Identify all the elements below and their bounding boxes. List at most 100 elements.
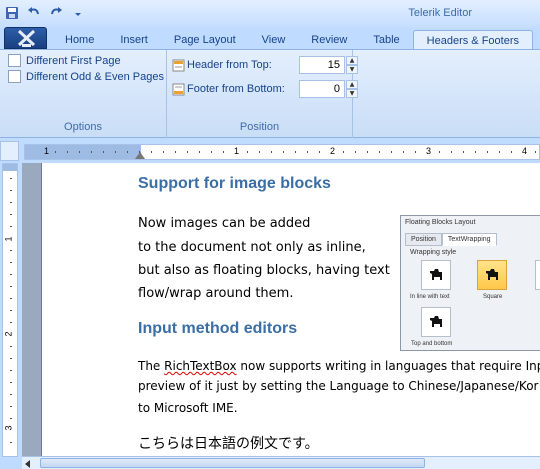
tab-table[interactable]: Table <box>360 30 412 49</box>
ruler-tick <box>403 151 404 153</box>
paragraph-line: to the document not only as inline, <box>138 240 366 255</box>
header-position-icon <box>172 59 185 72</box>
application-button[interactable] <box>4 27 47 49</box>
header-from-top-spinner[interactable]: ▲ ▼ <box>299 56 358 74</box>
ruler-tick <box>451 151 452 153</box>
ruler-tick <box>10 274 12 275</box>
document-area[interactable]: Support for image blocks Now images can … <box>22 163 540 456</box>
floating-image-block[interactable]: Floating Blocks Layout Position TextWrap… <box>400 215 540 351</box>
ruler-row: 1 1 2 3 4 <box>0 139 540 163</box>
ribbon-panel: Different First Page Different Odd & Eve… <box>0 49 540 138</box>
different-first-page-label: Different First Page <box>26 54 121 67</box>
footer-from-bottom-spinner[interactable]: ▲ ▼ <box>299 80 358 98</box>
image-section-label: Wrapping style <box>410 249 457 256</box>
ruler-tick <box>307 151 308 153</box>
ruler-tab-selector[interactable] <box>0 141 19 161</box>
ruler-tick <box>67 151 68 153</box>
document-page[interactable]: Support for image blocks Now images can … <box>41 163 540 456</box>
different-first-page-checkbox[interactable]: Different First Page <box>8 54 121 67</box>
ruler-tick <box>10 346 12 347</box>
ruler-tick <box>10 214 12 215</box>
ruler-tick <box>10 250 12 251</box>
paragraph-line: flow/wrap around them. <box>138 286 294 301</box>
image-dialog-title: Floating Blocks Layout <box>405 219 476 226</box>
spin-up-icon[interactable]: ▲ <box>346 80 358 89</box>
text-run: The <box>138 359 165 373</box>
ruler-tick <box>127 151 128 153</box>
wrap-option-caption: In line with text <box>410 294 450 300</box>
heading-image-blocks: Support for image blocks <box>138 175 331 192</box>
spin-down-icon[interactable]: ▼ <box>346 65 358 74</box>
dog-icon <box>430 316 442 327</box>
ruler-tick <box>10 190 12 191</box>
ruler-tick <box>187 151 188 153</box>
ruler-tick <box>463 151 464 153</box>
ruler-tick <box>319 151 320 153</box>
different-odd-even-checkbox[interactable]: Different Odd & Even Pages <box>8 70 164 83</box>
tab-review[interactable]: Review <box>298 30 360 49</box>
ruler-tick <box>10 382 12 383</box>
dog-icon <box>430 269 442 280</box>
indent-marker[interactable] <box>135 152 145 159</box>
ruler-tick <box>415 151 416 153</box>
ruler-tick <box>10 202 12 203</box>
tab-view[interactable]: View <box>249 30 299 49</box>
ruler-tick <box>10 286 12 287</box>
ruler-number: 1 <box>44 146 50 156</box>
tab-home[interactable]: Home <box>52 30 107 49</box>
ruler-tick <box>10 394 12 395</box>
ruler-tick <box>475 151 476 153</box>
misspelled-word[interactable]: RichTextBox <box>164 359 236 373</box>
ruler-tick <box>10 226 12 227</box>
tab-insert[interactable]: Insert <box>107 30 161 49</box>
ruler-tick <box>163 151 164 153</box>
scroll-left-icon[interactable] <box>25 460 30 468</box>
tab-headers-footers[interactable]: Headers & Footers <box>412 30 533 49</box>
ruler-tick <box>355 151 356 153</box>
wrap-option-caption: Square <box>483 294 503 300</box>
checkbox-box[interactable] <box>8 54 21 67</box>
paragraph-line: but also as floating blocks, having text <box>138 263 390 278</box>
ruler-tick <box>343 151 344 153</box>
ruler-tick <box>499 151 500 153</box>
horizontal-ruler[interactable]: 1 1 2 3 4 <box>24 144 540 160</box>
ruler-tick <box>211 151 212 153</box>
checkbox-box[interactable] <box>8 70 21 83</box>
ruler-tick <box>10 298 12 299</box>
scrollbar-thumb[interactable] <box>40 458 425 468</box>
ruler-number: 3 <box>3 425 14 431</box>
horizontal-scrollbar[interactable] <box>22 456 540 469</box>
footer-from-bottom-row: Footer from Bottom: ▲ ▼ <box>172 80 358 98</box>
ruler-tick <box>55 151 56 153</box>
spin-up-icon[interactable]: ▲ <box>346 56 358 65</box>
ruler-tick <box>283 151 284 153</box>
ruler-number: 1 <box>234 146 240 156</box>
wrap-square-option <box>477 260 507 290</box>
wrap-inline-option <box>421 260 451 290</box>
tab-page-layout[interactable]: Page Layout <box>161 30 249 49</box>
ruler-tick <box>139 151 140 153</box>
ruler-tick <box>535 151 536 153</box>
wrap-option-caption: Top and bottom <box>411 341 453 347</box>
ruler-left-margin <box>25 145 141 159</box>
text-run: now supports writing in languages that r… <box>236 359 540 373</box>
ruler-number: 3 <box>426 146 432 156</box>
header-from-top-input[interactable] <box>299 56 345 74</box>
vertical-ruler: 1 2 3 <box>2 163 18 457</box>
ruler-tick <box>79 151 80 153</box>
ruler-top-margin <box>3 164 17 171</box>
ruler-tick <box>511 151 512 153</box>
ruler-tick <box>379 151 380 153</box>
footer-position-icon <box>172 83 185 96</box>
ruler-number: 2 <box>330 146 336 156</box>
ruler-tick <box>367 151 368 153</box>
footer-from-bottom-input[interactable] <box>299 80 345 98</box>
ruler-tick <box>295 151 296 153</box>
position-group-label: Position <box>239 121 280 133</box>
ruler-tick <box>439 151 440 153</box>
ruler-tick <box>10 418 12 419</box>
image-tab-position: Position <box>405 233 442 246</box>
different-odd-even-label: Different Odd & Even Pages <box>26 70 164 83</box>
paragraph-line: The RichTextBox now supports writing in … <box>138 357 540 376</box>
spin-down-icon[interactable]: ▼ <box>346 89 358 98</box>
